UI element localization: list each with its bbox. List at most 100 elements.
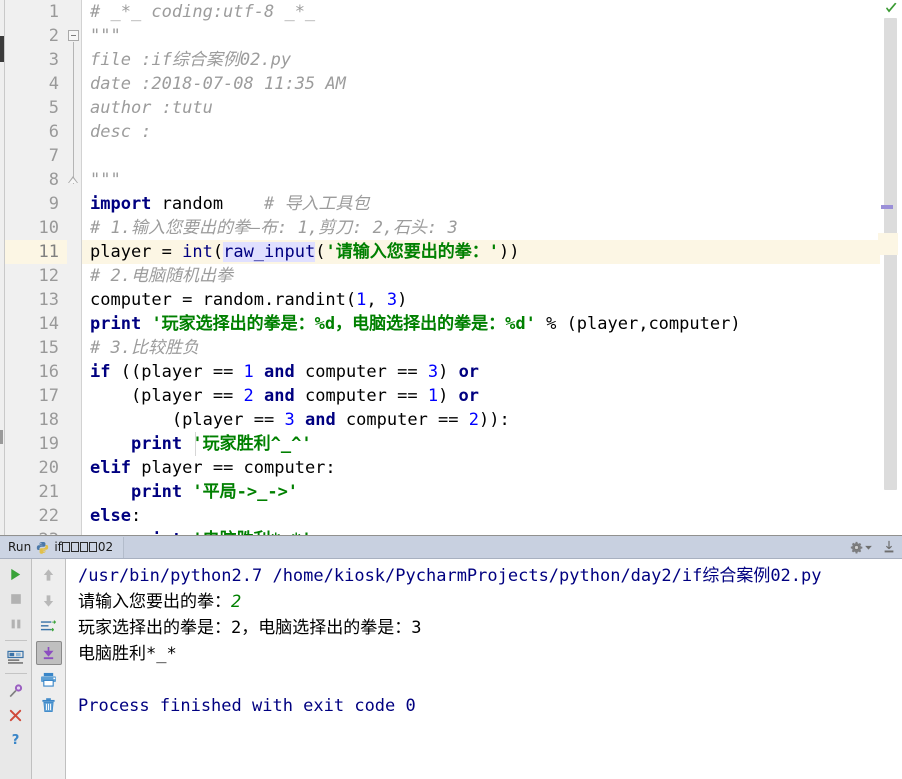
console-line: 玩家选择出的拳是：2，电脑选择出的拳是：3 bbox=[78, 615, 902, 641]
line-number[interactable]: 8 bbox=[5, 168, 67, 192]
fold-collapse-marker[interactable] bbox=[68, 30, 79, 41]
scrollbar-usage-marker bbox=[881, 205, 893, 209]
code-line[interactable]: file :if综合案例02.py bbox=[82, 48, 880, 72]
code-line[interactable]: (player == 3 and computer == 2)): bbox=[82, 408, 880, 432]
line-number[interactable]: 16 bbox=[5, 360, 67, 384]
print-button[interactable] bbox=[36, 667, 62, 691]
code-line[interactable]: player = int(raw_input('请输入您要出的拳：')) bbox=[82, 240, 880, 264]
code-token: '玩家胜利^_^' bbox=[192, 434, 312, 454]
code-line[interactable]: else: bbox=[82, 504, 880, 528]
line-number[interactable]: 17 bbox=[5, 384, 67, 408]
line-number[interactable]: 13 bbox=[5, 288, 67, 312]
code-token: # 导入工具包 bbox=[264, 194, 370, 214]
code-line[interactable]: print '电脑胜利*_*' bbox=[82, 528, 880, 535]
code-token: # 3.比较胜负 bbox=[90, 338, 199, 358]
code-line[interactable]: if ((player == 1 and computer == 3) or bbox=[82, 360, 880, 384]
code-line[interactable]: import random # 导入工具包 bbox=[82, 192, 880, 216]
code-line[interactable]: # _*_ coding:utf-8 _*_ bbox=[82, 0, 880, 24]
run-footer-toolbar-right bbox=[32, 751, 66, 779]
close-button[interactable] bbox=[3, 704, 29, 727]
run-tab[interactable]: Run if 02 bbox=[0, 536, 125, 558]
line-number[interactable]: 19 bbox=[5, 432, 67, 456]
line-number[interactable]: 22 bbox=[5, 504, 67, 528]
code-line[interactable]: author :tutu bbox=[82, 96, 880, 120]
fold-region-line bbox=[73, 42, 74, 184]
line-number[interactable]: 1 bbox=[5, 0, 67, 24]
line-number-gutter[interactable]: 1234567891011121314151617181920212223 bbox=[5, 0, 67, 536]
line-number[interactable]: 4 bbox=[5, 72, 67, 96]
code-line[interactable]: # 3.比较胜负 bbox=[82, 336, 880, 360]
code-token: """ bbox=[90, 170, 121, 190]
indent-guide bbox=[195, 432, 196, 456]
code-token: ) bbox=[438, 386, 459, 406]
code-line[interactable]: print '玩家胜利^_^' bbox=[82, 432, 880, 456]
line-number[interactable]: 12 bbox=[5, 264, 67, 288]
line-number[interactable]: 5 bbox=[5, 96, 67, 120]
line-number[interactable]: 20 bbox=[5, 456, 67, 480]
code-token: print bbox=[130, 434, 183, 454]
code-line[interactable]: print '玩家选择出的拳是：%d，电脑选择出的拳是：%d' % (playe… bbox=[82, 312, 880, 336]
printer-icon bbox=[41, 672, 56, 687]
code-line[interactable]: computer = random.randint(1, 3) bbox=[82, 288, 880, 312]
code-line[interactable]: desc : bbox=[82, 120, 880, 144]
pin-tab-button[interactable] bbox=[3, 679, 29, 702]
rerun-button[interactable] bbox=[3, 563, 29, 586]
check-ok-icon[interactable] bbox=[884, 2, 898, 16]
code-token: )): bbox=[479, 410, 510, 430]
scroll-to-end-button[interactable] bbox=[35, 641, 62, 666]
code-line[interactable] bbox=[82, 144, 880, 168]
code-text-area[interactable]: # _*_ coding:utf-8 _*_ """ file :if综合案例02.… bbox=[82, 0, 880, 536]
console-text: 请输入您要出的拳： bbox=[78, 592, 231, 613]
hide-panel-button[interactable] bbox=[882, 540, 896, 554]
question-mark-icon: ? bbox=[12, 733, 20, 747]
code-folding-column[interactable] bbox=[67, 0, 82, 536]
line-number[interactable]: 3 bbox=[5, 48, 67, 72]
run-console-output[interactable]: /usr/bin/python2.7 /home/kiosk/PycharmPr… bbox=[66, 559, 902, 751]
code-line[interactable]: print '平局->_->' bbox=[82, 480, 880, 504]
close-x-icon bbox=[9, 709, 22, 721]
line-number[interactable]: 10 bbox=[5, 216, 67, 240]
code-token: else bbox=[90, 506, 131, 526]
python-icon bbox=[37, 541, 49, 554]
editor-scrollbar[interactable] bbox=[878, 18, 898, 536]
code-line[interactable]: date :2018-07-08 11:35 AM bbox=[82, 72, 880, 96]
code-line[interactable]: (player == 2 and computer == 1) or bbox=[82, 384, 880, 408]
arrow-up-icon bbox=[43, 569, 54, 581]
pause-button[interactable] bbox=[3, 612, 29, 635]
help-button[interactable]: ? bbox=[3, 728, 29, 751]
code-line[interactable]: """ bbox=[82, 168, 880, 192]
code-line[interactable]: elif player == computer: bbox=[82, 456, 880, 480]
code-line[interactable]: # 1.输入您要出的拳—布: 1,剪刀: 2,石头: 3 bbox=[82, 216, 880, 240]
clear-all-button[interactable] bbox=[36, 693, 62, 717]
line-number[interactable]: 9 bbox=[5, 192, 67, 216]
up-the-stack-trace-button[interactable] bbox=[36, 563, 62, 587]
settings-gear-button[interactable] bbox=[850, 541, 872, 554]
code-line[interactable]: """ bbox=[82, 24, 880, 48]
line-number[interactable]: 11 bbox=[5, 240, 67, 264]
line-number[interactable]: 14 bbox=[5, 312, 67, 336]
line-number[interactable]: 21 bbox=[5, 480, 67, 504]
line-number[interactable]: 2 bbox=[5, 24, 67, 48]
missing-glyph-box bbox=[80, 542, 89, 553]
stop-button[interactable] bbox=[3, 588, 29, 611]
line-number[interactable]: 18 bbox=[5, 408, 67, 432]
show-console-button[interactable] bbox=[3, 646, 29, 669]
code-token: '玩家选择出的拳是：%d，电脑选择出的拳是：%d' bbox=[151, 314, 536, 334]
line-number[interactable]: 15 bbox=[5, 336, 67, 360]
stop-square-icon bbox=[10, 594, 21, 604]
code-token: 1 bbox=[427, 386, 439, 406]
line-number[interactable]: 23 bbox=[5, 528, 67, 535]
code-line[interactable]: # 2.电脑随机出拳 bbox=[82, 264, 880, 288]
code-token: computer == bbox=[294, 386, 428, 406]
line-number[interactable]: 6 bbox=[5, 120, 67, 144]
down-the-stack-trace-button[interactable] bbox=[36, 589, 62, 613]
run-tool-window-header: Run if 02 bbox=[0, 536, 902, 560]
line-number[interactable]: 7 bbox=[5, 144, 67, 168]
code-token: 2 bbox=[243, 386, 254, 406]
soft-wrap-button[interactable] bbox=[36, 615, 62, 639]
